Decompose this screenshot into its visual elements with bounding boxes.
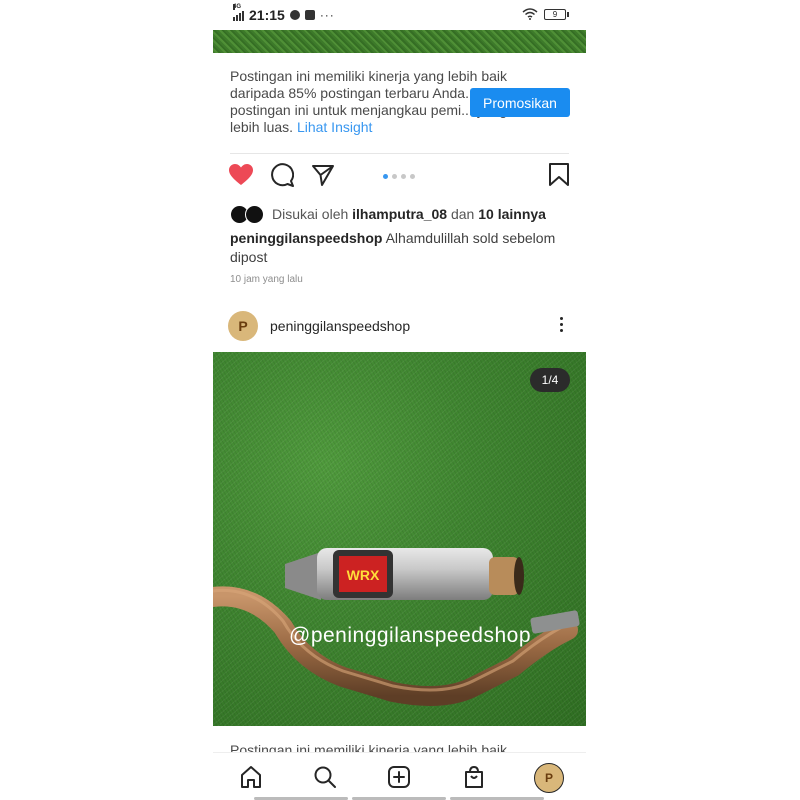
more-notifications-icon: ··· bbox=[319, 8, 335, 22]
share-icon[interactable] bbox=[311, 163, 335, 187]
carousel-dot bbox=[401, 174, 406, 179]
like-heart-icon[interactable] bbox=[228, 163, 254, 187]
avatar bbox=[245, 205, 264, 224]
post-actions bbox=[213, 163, 586, 193]
post-time: 10 jam yang lalu bbox=[230, 274, 303, 285]
bottom-navigation: P bbox=[213, 752, 586, 800]
post-username[interactable]: peninggilanspeedshop bbox=[270, 318, 410, 334]
signal-icon: 4G bbox=[233, 4, 244, 21]
promote-button[interactable]: Promosikan bbox=[470, 88, 570, 117]
bookmark-icon[interactable] bbox=[548, 163, 570, 187]
home-icon[interactable] bbox=[239, 765, 263, 789]
battery-level: 9 bbox=[552, 9, 558, 19]
likes-others[interactable]: 10 lainnya bbox=[478, 206, 546, 222]
status-bar: 4G 21:15 ··· 9 bbox=[213, 0, 586, 30]
profile-avatar[interactable]: P bbox=[534, 763, 564, 793]
wifi-icon bbox=[522, 8, 538, 20]
view-insights-link[interactable]: Lihat Insight bbox=[297, 119, 373, 135]
exhaust-photo: WRX bbox=[213, 548, 580, 706]
more-options-icon[interactable] bbox=[560, 317, 564, 335]
avatar-letter: P bbox=[544, 771, 553, 785]
likes-prefix: Disukai oleh bbox=[272, 206, 349, 222]
previous-post-image[interactable] bbox=[213, 30, 586, 53]
network-type: 4G bbox=[233, 4, 242, 10]
image-watermark: @peninggilanspeedshop bbox=[289, 624, 532, 647]
post-header: P peninggilanspeedshop bbox=[213, 308, 586, 344]
divider bbox=[230, 153, 569, 154]
avatar[interactable]: P bbox=[228, 311, 258, 341]
instagram-feed: 4G 21:15 ··· 9 Postingan ini memiliki ki… bbox=[213, 0, 586, 800]
battery-icon: 9 bbox=[544, 8, 569, 20]
likes-summary[interactable]: Disukai oleh ilhamputra_08 dan 10 lainny… bbox=[230, 204, 546, 224]
carousel-dot bbox=[383, 174, 388, 179]
carousel-indicator bbox=[383, 174, 415, 179]
carousel-dot bbox=[410, 174, 415, 179]
post-caption: peninggilanspeedshop Alhamdulillah sold … bbox=[230, 229, 570, 267]
liker-avatars bbox=[230, 204, 266, 224]
chat-notification-icon bbox=[289, 10, 300, 20]
clock: 21:15 bbox=[249, 7, 285, 23]
search-icon[interactable] bbox=[313, 765, 337, 789]
comment-icon[interactable] bbox=[270, 163, 294, 187]
liker-username[interactable]: ilhamputra_08 bbox=[352, 206, 447, 222]
carousel-dot bbox=[392, 174, 397, 179]
avatar-letter: P bbox=[238, 318, 248, 334]
video-notification-icon bbox=[304, 10, 315, 20]
likes-conj: dan bbox=[450, 206, 475, 222]
svg-text:WRX: WRX bbox=[347, 567, 380, 583]
caption-username[interactable]: peninggilanspeedshop bbox=[230, 230, 382, 246]
shop-icon[interactable] bbox=[462, 765, 486, 789]
add-post-icon[interactable] bbox=[387, 765, 411, 789]
post-image[interactable]: 1/4 WRX @peninggilanspeedshop bbox=[213, 352, 586, 726]
